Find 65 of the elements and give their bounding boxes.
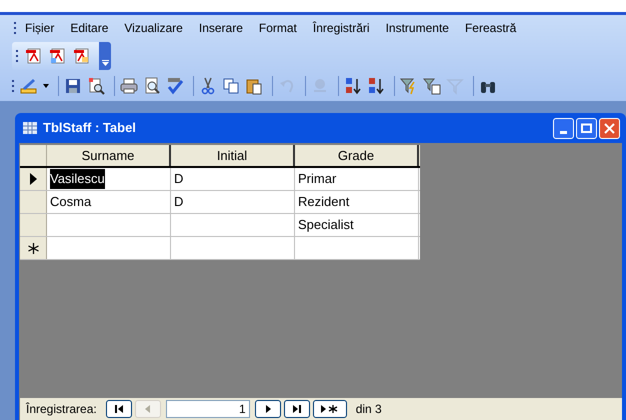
cell-text: Primar [298, 170, 336, 188]
cell-text: Rezident [298, 193, 350, 212]
toolbar-options-button[interactable] [99, 42, 111, 70]
pdf-icon[interactable] [49, 47, 67, 65]
menu-item[interactable]: Instrumente [378, 19, 457, 37]
table-icon [23, 122, 37, 134]
selected-text: Vasilescu [50, 169, 105, 189]
printer-icon[interactable] [120, 77, 138, 95]
table-cell[interactable]: D [171, 168, 295, 190]
clipboard-icon[interactable] [245, 77, 263, 95]
caret-icon [102, 60, 108, 66]
toolbar-grip-icon[interactable] [14, 21, 17, 35]
menu-item[interactable]: Vizualizare [116, 19, 191, 37]
record-number-field[interactable]: 1 [166, 400, 250, 418]
cell-text: Specialist [298, 216, 354, 234]
sort-descending-icon[interactable] [367, 77, 385, 95]
menu-item[interactable]: Format [250, 19, 305, 37]
column-header[interactable]: Initial [171, 145, 295, 166]
table-cell[interactable]: Primar [295, 168, 419, 190]
record-label: Înregistrarea: [26, 401, 97, 418]
pdf-icon[interactable] [73, 47, 91, 65]
ruler-pencil-icon[interactable] [20, 77, 38, 95]
file-search-icon[interactable] [87, 77, 105, 95]
record-selector[interactable] [20, 237, 47, 259]
print-preview-icon[interactable] [143, 77, 161, 95]
spelling-check-icon[interactable] [166, 77, 184, 95]
pdf-icon[interactable] [25, 47, 43, 65]
current-record-icon [29, 173, 37, 185]
close-button[interactable] [599, 118, 620, 138]
copy-icon[interactable] [222, 77, 240, 95]
toolbar-grip-icon[interactable] [12, 79, 15, 93]
record-nav-button[interactable] [284, 400, 310, 418]
new-record-icon [28, 242, 38, 254]
column-header[interactable]: Grade [295, 145, 419, 166]
menu-item[interactable]: Inserare [190, 19, 251, 37]
cell-text: Cosma [50, 193, 92, 212]
table-cell[interactable]: Vasilescu [47, 168, 171, 190]
menu-item[interactable]: Fereastră [456, 19, 524, 37]
window-title: TblStaff : Tabel [43, 119, 136, 138]
maximize-button[interactable] [576, 118, 597, 138]
minimize-button[interactable] [553, 118, 574, 138]
menu-item[interactable]: Fișier [17, 19, 62, 37]
menu-item[interactable]: Editare [62, 19, 116, 37]
scissors-icon[interactable] [199, 77, 217, 95]
record-nav-button[interactable] [106, 400, 132, 418]
table-cell[interactable]: Rezident [295, 191, 419, 213]
filter-form-icon[interactable] [423, 77, 441, 95]
minimize-icon [560, 130, 567, 134]
cell-text: D [174, 193, 184, 212]
table-cell[interactable]: Cosma [47, 191, 171, 213]
record-selector[interactable] [20, 168, 47, 190]
toolbar-grip-icon[interactable] [16, 49, 19, 63]
cell-text: D [174, 170, 184, 188]
column-header[interactable]: Surname [47, 145, 171, 166]
menu-item[interactable]: Înregistrări [304, 19, 378, 37]
maximize-icon [581, 123, 592, 133]
save-icon[interactable] [64, 77, 82, 95]
record-nav-button[interactable] [254, 400, 281, 418]
record-nav-button[interactable] [312, 400, 347, 418]
table-cell[interactable]: D [171, 191, 295, 213]
close-icon [604, 122, 615, 134]
table-cell[interactable]: Specialist [295, 214, 419, 236]
sort-ascending-icon[interactable] [344, 77, 362, 95]
caret-icon[interactable] [43, 84, 49, 88]
record-count: din 3 [356, 401, 382, 418]
